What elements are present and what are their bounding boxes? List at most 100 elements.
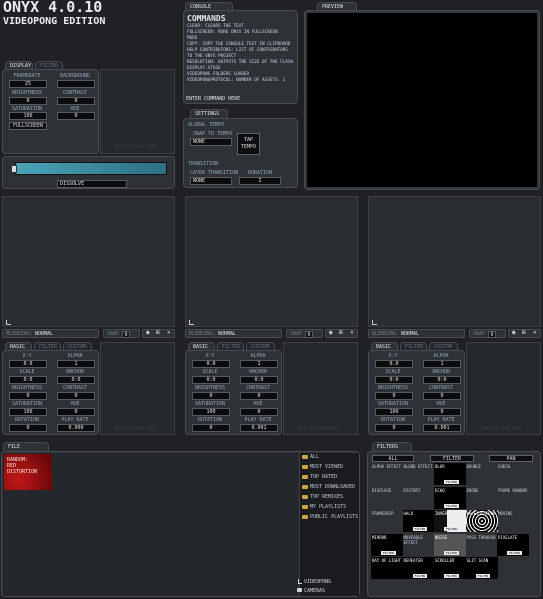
filter-item[interactable]: INVERT FILTER	[434, 510, 466, 532]
filter-item[interactable]: BLUR FILTER	[434, 463, 466, 485]
display-filter-drop[interactable]: DROP FILTERS HERE	[100, 69, 175, 154]
layer-2-load-icon[interactable]	[189, 320, 194, 325]
blending-value[interactable]: NORMAL	[218, 331, 236, 337]
filter-item[interactable]: DISTORT	[403, 487, 435, 509]
saturation-field[interactable]: 100	[375, 408, 413, 416]
crossfader-track[interactable]	[15, 162, 167, 175]
filter-item[interactable]: HALO FILTER	[402, 510, 435, 532]
hue-field[interactable]: 0	[57, 112, 95, 120]
filter-item[interactable]: BLEND EFFECT	[403, 463, 435, 485]
filter-category-pan[interactable]: PAN	[489, 455, 533, 462]
filter-item[interactable]: DISPLACE	[371, 487, 403, 509]
filter-item[interactable]: FRAMESKIP	[371, 510, 403, 532]
filter-item[interactable]: MIRROR FILTER	[371, 533, 403, 556]
saturation-field[interactable]: 100	[9, 408, 47, 416]
play_rate-field[interactable]: 0.001	[423, 424, 461, 432]
anchor-field[interactable]: 0:0	[57, 376, 95, 384]
background-field[interactable]	[57, 80, 95, 88]
alpha-field[interactable]: 1	[240, 360, 278, 368]
rotation-field[interactable]: 0	[9, 424, 47, 432]
anchor-field[interactable]: 0:0	[240, 376, 278, 384]
layer-3-filter-drop[interactable]: DROP FILTERS HERE	[466, 342, 541, 435]
layer-3-video[interactable]	[368, 196, 541, 327]
filter-item[interactable]: CHECK	[497, 463, 529, 485]
scale-field[interactable]: 0:0	[9, 376, 47, 384]
tab-file-browser[interactable]: FILE BROWSER	[3, 442, 49, 458]
file-thumbnail[interactable]: RANDOM: RED DISTORTION	[4, 454, 52, 490]
swap-field[interactable]: 0	[122, 331, 130, 338]
filter-item[interactable]: ECHO FILTER	[434, 486, 466, 509]
play_rate-field[interactable]: 0.000	[57, 424, 95, 432]
layer-1-filter-drop[interactable]: DROP FILTERS HERE	[100, 342, 175, 435]
filter-item[interactable]: BOUNCE	[466, 463, 498, 485]
x-field[interactable]: 0.0	[192, 360, 230, 368]
contrast-field[interactable]: 0	[57, 97, 95, 105]
eye-icon[interactable]: ◉	[329, 330, 333, 336]
filter-item[interactable]: PASS THROUGH	[466, 534, 498, 556]
framerate-field[interactable]: 25	[9, 80, 47, 88]
folder-item[interactable]: TOP RATED	[301, 473, 367, 482]
filter-category-all[interactable]: ALL	[372, 455, 414, 462]
settings-icon[interactable]: ⊞	[522, 330, 526, 336]
filter-category-filter[interactable]: FILTER	[430, 455, 474, 462]
folder-item[interactable]: ALL	[301, 453, 367, 462]
hue-field[interactable]: 0	[423, 408, 461, 416]
hue-field[interactable]: 0	[240, 408, 278, 416]
crossfader-mode[interactable]: DISSOLVE	[57, 180, 127, 188]
snap-to-tempo-field[interactable]: NONE	[190, 138, 232, 146]
rotation-field[interactable]: 0	[192, 424, 230, 432]
blending-value[interactable]: NORMAL	[401, 331, 419, 337]
crossfader-handle[interactable]	[11, 165, 17, 173]
blending-value[interactable]: NORMAL	[35, 331, 53, 337]
layer-2-video[interactable]	[185, 196, 358, 327]
filter-item[interactable]: PIXELATE FILTER	[497, 533, 529, 556]
filter-item[interactable]: SCROLLER FILTER	[434, 557, 466, 579]
layer-transition-field[interactable]: NONE	[190, 177, 232, 185]
brightness-field[interactable]: 0	[375, 392, 413, 400]
tap-tempo-button[interactable]: TAP TEMPO	[237, 133, 260, 155]
duration-field[interactable]: 2	[239, 177, 281, 185]
swap-field[interactable]: 0	[488, 331, 496, 338]
contrast-field[interactable]: 0	[57, 392, 95, 400]
hue-field[interactable]: 0	[57, 408, 95, 416]
tab-settings[interactable]: SETTINGS	[190, 109, 228, 118]
cameras-source[interactable]: CAMERAS	[304, 588, 325, 594]
filter-item[interactable]: RAY OF LIGHT	[371, 557, 403, 579]
saturation-field[interactable]: 100	[9, 112, 47, 120]
filter-item[interactable]: ALPHA EFFECT	[371, 463, 403, 485]
folder-item[interactable]: PUBLIC PLAYLISTS	[301, 513, 367, 522]
anchor-field[interactable]: 0:0	[423, 376, 461, 384]
scale-field[interactable]: 0:0	[375, 376, 413, 384]
filter-item[interactable]: SLIT SCAN FILTER	[465, 557, 498, 579]
layer-1-video[interactable]	[2, 196, 175, 327]
alpha-field[interactable]: 1	[57, 360, 95, 368]
filter-item[interactable]: MOVEABLE EFFECT	[403, 534, 435, 556]
settings-icon[interactable]: ⊞	[339, 330, 343, 336]
contrast-field[interactable]: 0	[240, 392, 278, 400]
play_rate-field[interactable]: 0.001	[240, 424, 278, 432]
layer-1-load-icon[interactable]	[6, 320, 11, 325]
videopong-source[interactable]: VIDEOPONG	[304, 579, 331, 585]
saturation-field[interactable]: 100	[192, 408, 230, 416]
brightness-field[interactable]: 0	[9, 97, 47, 105]
filter-item[interactable]: ERODE	[466, 487, 498, 509]
close-icon[interactable]: ✕	[167, 330, 171, 336]
filter-item[interactable]: MOVING	[497, 510, 529, 532]
settings-icon[interactable]: ⊞	[156, 330, 160, 336]
folder-item[interactable]: MOST DOWNLOADED	[301, 483, 367, 492]
filter-item[interactable]: FRAME RANDOM	[497, 487, 529, 509]
swap-field[interactable]: 0	[305, 331, 313, 338]
fullscreen-button[interactable]: FULLSCREEN	[9, 122, 47, 130]
x-field[interactable]: 0.0	[375, 360, 413, 368]
rotation-field[interactable]: 0	[375, 424, 413, 432]
layer-2-filter-drop[interactable]: DROP FILTERS HERE	[283, 342, 358, 435]
folder-item[interactable]: MOST VIEWED	[301, 463, 367, 472]
x-field[interactable]: 0.0	[9, 360, 47, 368]
brightness-field[interactable]: 0	[192, 392, 230, 400]
folder-item[interactable]: TOP REMIXES	[301, 493, 367, 502]
brightness-field[interactable]: 0	[9, 392, 47, 400]
filter-item[interactable]: KALEIDOSCOPE	[465, 510, 498, 532]
console-input[interactable]: ENTER COMMAND HERE	[186, 96, 240, 102]
tab-filters[interactable]: FILTERS	[372, 442, 412, 451]
contrast-field[interactable]: 0	[423, 392, 461, 400]
